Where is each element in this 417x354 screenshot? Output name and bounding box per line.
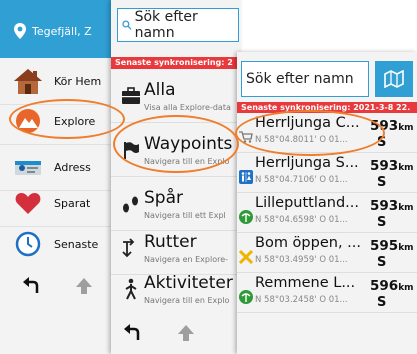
back-arrow-icon[interactable] <box>22 277 42 299</box>
address-icon <box>11 150 45 184</box>
menu-item-label: Kör Hem <box>54 74 102 88</box>
cross-icon <box>239 250 253 264</box>
results-panel: Sök efter namn Senaste synkronisering: 2… <box>237 52 417 354</box>
result-item[interactable]: Bom öppen, ... N 58°03.4959' Ö 01... 595… <box>237 233 417 273</box>
result-item[interactable]: Herrljunga S... N 58°04.7106' Ö 01... 59… <box>237 153 417 193</box>
category-panel: Sök efter namn Senaste synkronisering: 2… <box>111 0 241 354</box>
category-title: Alla <box>144 80 176 100</box>
map-icon <box>384 70 404 88</box>
restroom-icon <box>239 170 253 184</box>
result-name: Bom öppen, ... <box>255 235 361 251</box>
result-distance: 596km <box>370 278 414 294</box>
result-distance: 593km <box>370 158 414 174</box>
location-button[interactable]: Tegefjäll, Z <box>13 14 113 48</box>
park-icon <box>239 210 253 224</box>
route-icon <box>120 237 142 259</box>
menu-item-label: Sparat <box>54 196 91 210</box>
clock-icon <box>11 227 45 261</box>
result-distance: 593km <box>370 198 414 214</box>
highlight-explore <box>9 99 125 139</box>
bottom-bar <box>111 312 241 354</box>
back-arrow-icon[interactable] <box>123 324 143 346</box>
result-coords: N 58°04.6598' Ö 01... <box>255 215 348 225</box>
result-name: Herrljunga S... <box>255 155 359 171</box>
search-input[interactable]: Sök efter namn <box>241 61 369 97</box>
result-distance: 595km <box>370 238 414 254</box>
highlight-first-result <box>235 110 385 156</box>
search-placeholder: Sök efter namn <box>246 71 354 87</box>
menu-item-label: Senaste <box>54 237 99 251</box>
bottom-bar <box>0 263 116 309</box>
result-item[interactable]: Remmene L... N 58°03.2458' Ö 01... 596km… <box>237 273 417 313</box>
heart-icon <box>11 186 45 220</box>
search-placeholder: Sök efter namn <box>134 9 198 41</box>
category-title: Aktiviteter <box>144 273 233 293</box>
menu-item-saved[interactable]: Sparat <box>0 180 116 227</box>
result-item[interactable]: Lilleputtland... N 58°04.6598' Ö 01... 5… <box>237 193 417 233</box>
up-arrow-icon[interactable] <box>75 277 93 299</box>
highlight-waypoints <box>113 115 239 173</box>
category-title: Spår <box>144 188 183 208</box>
hiker-icon <box>120 278 142 300</box>
footprints-icon <box>120 193 142 215</box>
result-name: Remmene L... <box>255 275 356 291</box>
map-search-button[interactable] <box>375 61 413 97</box>
house-icon <box>11 64 45 98</box>
briefcase-icon <box>120 85 142 107</box>
result-direction: S <box>377 295 387 310</box>
category-title: Rutter <box>144 232 197 252</box>
up-arrow-icon[interactable] <box>177 324 195 346</box>
location-bar: Tegefjäll, Z <box>0 0 116 58</box>
location-pin-icon <box>14 23 26 39</box>
result-direction: S <box>377 215 387 230</box>
result-coords: N 58°03.2458' Ö 01... <box>255 295 348 305</box>
category-activities[interactable]: Aktiviteter Navigera till en Explo <box>111 262 241 316</box>
location-label: Tegefjäll, Z <box>32 24 92 38</box>
result-coords: N 58°04.7106' Ö 01... <box>255 175 348 185</box>
search-input[interactable]: Sök efter namn <box>117 8 239 42</box>
category-subtitle: Visa alla Explore-data <box>144 103 231 112</box>
sync-banner: Senaste synkronisering: 2 <box>111 57 241 69</box>
menu-item-label: Adress <box>54 160 91 174</box>
result-coords: N 58°03.4959' Ö 01... <box>255 255 348 265</box>
result-name: Lilleputtland... <box>255 195 359 211</box>
search-icon <box>122 20 132 30</box>
menu-item-recent[interactable]: Senaste <box>0 221 116 267</box>
category-subtitle: Navigera till ett Expl <box>144 211 226 220</box>
category-subtitle: Navigera till en Explo <box>144 296 230 305</box>
result-direction: S <box>377 175 387 190</box>
main-menu-panel: Tegefjäll, Z Kör Hem Explore Adress Spar… <box>0 0 116 354</box>
result-direction: S <box>377 255 387 270</box>
park-icon <box>239 290 253 304</box>
